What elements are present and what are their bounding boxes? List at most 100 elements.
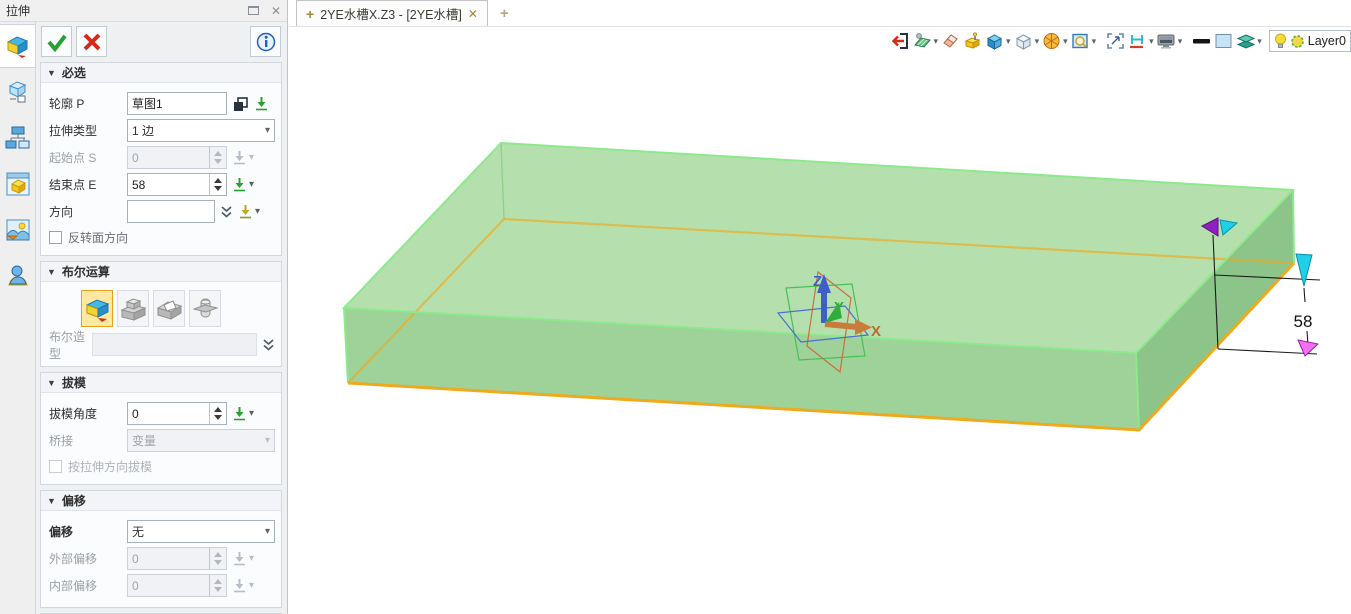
section-draft-label: 拔模 bbox=[62, 374, 86, 391]
section-boolean-header[interactable]: ▼ 布尔运算 bbox=[41, 262, 281, 282]
dropdown-caret[interactable]: ▾ bbox=[1257, 36, 1262, 47]
tab-close-icon[interactable]: ✕ bbox=[468, 7, 478, 21]
chevron-down-icon: ▾ bbox=[249, 580, 254, 591]
chevron-down-icon[interactable]: ▾ bbox=[255, 206, 260, 217]
section-offset-header[interactable]: ▼ 偏移 bbox=[41, 491, 281, 511]
display-mode-button[interactable] bbox=[1156, 30, 1177, 52]
dropdown-caret[interactable]: ▾ bbox=[1063, 36, 1068, 47]
chevron-down-icon[interactable]: ▾ bbox=[249, 408, 254, 419]
view-toolbar: ▾ ▾ ▾ ▾ bbox=[289, 27, 1351, 55]
end-point-input[interactable] bbox=[128, 174, 209, 195]
end-drag-handle[interactable] bbox=[1296, 254, 1312, 286]
reverse-face-row: 反转面方向 bbox=[49, 228, 275, 247]
section-boolean-label: 布尔运算 bbox=[62, 263, 110, 280]
draft-angle-stepper[interactable] bbox=[209, 403, 226, 424]
profile-input[interactable] bbox=[128, 93, 226, 114]
tab-title: 2YE水槽X.Z3 - [2YE水槽] bbox=[320, 4, 462, 23]
line-width-button[interactable] bbox=[1191, 30, 1212, 52]
wireframe-cube-node-icon bbox=[5, 79, 31, 105]
extrude-type-dropdown[interactable]: 1 边 ▾ bbox=[127, 119, 275, 142]
shaded-view-button[interactable] bbox=[984, 30, 1005, 52]
entity-color-button[interactable] bbox=[1213, 30, 1234, 52]
dimension-style-button[interactable] bbox=[1127, 30, 1148, 52]
offset-label: 偏移 bbox=[49, 523, 127, 540]
color-swatch bbox=[1214, 32, 1233, 50]
expand-chevrons-icon[interactable] bbox=[262, 338, 275, 352]
dropdown-caret[interactable]: ▾ bbox=[1178, 36, 1183, 47]
draft-by-direction-label: 按拉伸方向拔模 bbox=[68, 458, 152, 475]
boolean-intersect-button[interactable] bbox=[189, 290, 221, 327]
chevron-down-icon: ▾ bbox=[249, 152, 254, 163]
x-icon bbox=[82, 32, 102, 52]
rail-item-render[interactable] bbox=[0, 208, 36, 252]
layer-selector[interactable]: Layer0 bbox=[1269, 30, 1351, 52]
end-point-label: 结束点 E bbox=[49, 176, 127, 193]
wireframe-view-button[interactable] bbox=[1013, 30, 1034, 52]
document-tabbar: + 2YE水槽X.Z3 - [2YE水槽] ✕ + bbox=[289, 0, 1351, 27]
profile-label: 轮廓 P bbox=[49, 95, 127, 112]
anchor-box-button[interactable] bbox=[962, 30, 983, 52]
info-button[interactable] bbox=[250, 26, 281, 57]
cancel-button[interactable] bbox=[76, 26, 107, 57]
datum-plane-button[interactable] bbox=[912, 30, 933, 52]
dropdown-caret[interactable]: ▾ bbox=[934, 36, 939, 47]
layer-manager-button[interactable] bbox=[1235, 30, 1256, 52]
section-draft-header[interactable]: ▼ 拔模 bbox=[41, 373, 281, 393]
extrude-dimension-value[interactable]: 58 bbox=[1294, 312, 1313, 331]
boolean-mode-buttons bbox=[81, 290, 275, 327]
inner-offset-input bbox=[128, 575, 209, 596]
axis-x-label: X bbox=[871, 323, 881, 340]
apply-arrow-icon[interactable] bbox=[232, 406, 247, 422]
apply-arrow-disabled-icon bbox=[232, 578, 247, 594]
new-tab-button[interactable]: + bbox=[500, 5, 509, 26]
collapse-triangle-icon: ▼ bbox=[47, 496, 56, 506]
feature-rail bbox=[0, 22, 36, 614]
rail-item-shape-browser[interactable] bbox=[0, 162, 36, 206]
zoom-fit-button[interactable] bbox=[1105, 30, 1126, 52]
expand-chevrons-icon[interactable] bbox=[220, 205, 233, 219]
line-width-swatch bbox=[1192, 32, 1211, 50]
draft-by-direction-row: 按拉伸方向拔模 bbox=[49, 457, 275, 476]
rail-item-datum[interactable] bbox=[0, 70, 36, 114]
draft-angle-input[interactable] bbox=[128, 403, 209, 424]
end-point-stepper[interactable] bbox=[209, 174, 226, 195]
dropdown-caret[interactable]: ▾ bbox=[1006, 36, 1011, 47]
copy-selection-icon[interactable] bbox=[232, 96, 249, 112]
direction-input[interactable] bbox=[128, 201, 214, 222]
apply-arrow-icon[interactable] bbox=[254, 96, 269, 112]
graphics-viewport[interactable]: Z Y X 58 bbox=[289, 55, 1351, 614]
section-wheel-icon bbox=[1042, 32, 1061, 50]
boolean-add-icon bbox=[120, 296, 147, 322]
rail-item-extrude[interactable] bbox=[0, 24, 36, 68]
eraser-button[interactable] bbox=[940, 30, 961, 52]
boolean-shape-input bbox=[93, 334, 256, 355]
bridge-value: 变量 bbox=[132, 432, 261, 449]
exit-sketch-button[interactable] bbox=[890, 30, 911, 52]
chevron-down-icon[interactable]: ▾ bbox=[249, 179, 254, 190]
ok-button[interactable] bbox=[41, 26, 72, 57]
panel-close-icon[interactable]: ✕ bbox=[271, 4, 281, 18]
reverse-face-checkbox[interactable] bbox=[49, 231, 62, 244]
extrude-icon bbox=[4, 34, 30, 58]
apply-arrow-alt-icon[interactable] bbox=[238, 204, 253, 220]
boolean-add-button[interactable] bbox=[117, 290, 149, 327]
section-view-button[interactable] bbox=[1041, 30, 1062, 52]
section-required-header[interactable]: ▼ 必选 bbox=[41, 63, 281, 83]
boolean-base-button[interactable] bbox=[81, 290, 113, 327]
apply-arrow-icon[interactable] bbox=[232, 177, 247, 193]
dropdown-caret[interactable]: ▾ bbox=[1092, 36, 1097, 47]
dropdown-caret[interactable]: ▾ bbox=[1035, 36, 1040, 47]
zoom-window-icon bbox=[1071, 32, 1090, 50]
document-tab[interactable]: + 2YE水槽X.Z3 - [2YE水槽] ✕ bbox=[296, 0, 488, 26]
zoom-window-button[interactable] bbox=[1070, 30, 1091, 52]
layer-name: Layer0 bbox=[1308, 34, 1346, 48]
dropdown-caret[interactable]: ▾ bbox=[1149, 36, 1154, 47]
bridge-label: 桥接 bbox=[49, 432, 127, 449]
rail-item-user[interactable] bbox=[0, 254, 36, 298]
panel-restore-icon[interactable] bbox=[248, 6, 259, 15]
offset-dropdown[interactable]: 无 ▾ bbox=[127, 520, 275, 543]
boolean-remove-button[interactable] bbox=[153, 290, 185, 327]
rail-item-history[interactable] bbox=[0, 116, 36, 160]
axis-y-label: Y bbox=[834, 299, 844, 316]
section-draft: ▼ 拔模 拔模角度 ▾ bbox=[40, 372, 282, 485]
